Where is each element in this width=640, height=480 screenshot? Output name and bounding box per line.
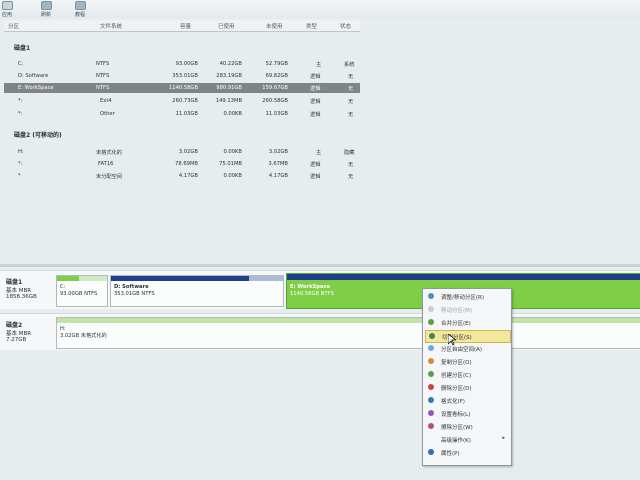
menu-resize-move[interactable]: 调整/移动分区(R) [425, 291, 509, 302]
disk1-info[interactable]: 磁盘1 基本 MBR 1858.36GB [6, 277, 52, 300]
table-row[interactable]: *: Ext4 260.73GB 149.13MB 260.58GB 逻辑 无 [4, 96, 360, 106]
partition-c-usage [57, 276, 79, 281]
col-used[interactable]: 已使用 [218, 22, 235, 30]
table-row[interactable]: * 未分配空间 4.17GB 0.00KB 4.17GB 逻辑 无 [4, 171, 360, 181]
col-filesystem[interactable]: 文件系统 [100, 22, 122, 30]
menu-format[interactable]: 格式化(F) [425, 395, 509, 406]
partition-d-usage [111, 276, 249, 281]
table-row-selected[interactable]: E: WorkSpace NTFS 1140.58GB 980.91GB 159… [4, 83, 360, 93]
refresh-button[interactable]: 刷新 [36, 0, 56, 18]
submenu-arrow-icon: ▸ [502, 435, 505, 441]
table-row[interactable]: C: NTFS 93.00GB 40.22GB 52.79GB 主 系统 [4, 59, 360, 69]
move-icon [428, 306, 434, 312]
pane-splitter[interactable] [0, 264, 640, 267]
disk2-section-title: 磁盘2 (可移动的) [14, 132, 62, 139]
disk2-map: 磁盘2 基本 MBR 7.27GB H: 3.02GB 未格式化的 [0, 313, 640, 350]
menu-properties[interactable]: 属性(P) [425, 447, 509, 458]
menu-advanced[interactable]: 高级操作(K) ▸ [425, 434, 509, 445]
disk2-info[interactable]: 磁盘2 基本 MBR 7.27GB [6, 320, 52, 343]
partition-d[interactable]: D: Software 353.01GB NTFS [110, 275, 284, 307]
context-menu: 调整/移动分区(R) 移动分区(M) 合并分区(E) 切割分区(S) 分区自由空… [422, 288, 512, 466]
table-row[interactable]: H: 未格式化的 3.02GB 0.00KB 3.02GB 主 隐藏 [4, 147, 360, 157]
table-row[interactable]: D: Software NTFS 353.01GB 283.19GB 69.82… [4, 71, 360, 81]
create-icon [428, 371, 434, 377]
partition-e-usage [287, 274, 640, 280]
split-icon [429, 333, 435, 339]
refresh-icon [40, 1, 52, 10]
menu-wipe[interactable]: 擦除分区(W) [425, 421, 509, 432]
menu-set-label[interactable]: 设置卷标(L) [425, 408, 509, 419]
table-row[interactable]: *: Other 11.03GB 0.00KB 11.03GB 逻辑 无 [4, 109, 360, 119]
tutorial-button[interactable]: 教程 [70, 0, 90, 18]
menu-merge[interactable]: 合并分区(E) [425, 317, 509, 328]
properties-icon [428, 449, 434, 455]
disk1-map: 磁盘1 基本 MBR 1858.36GB C: 93.00GB NTFS D: S… [0, 270, 640, 309]
col-partition[interactable]: 分区 [8, 22, 19, 30]
partition-c[interactable]: C: 93.00GB NTFS [56, 275, 108, 307]
apply-button[interactable]: 应用 [0, 0, 14, 18]
copy-icon [428, 358, 434, 364]
format-icon [428, 397, 434, 403]
free-space-icon [428, 345, 434, 351]
menu-copy[interactable]: 复制分区(O) [425, 356, 509, 367]
label-icon [428, 410, 434, 416]
partition-h[interactable]: H: 3.02GB 未格式化的 [56, 317, 640, 349]
table-header: 分区 文件系统 容量 已使用 未使用 类型 状态 [4, 20, 360, 32]
col-type[interactable]: 类型 [306, 22, 317, 30]
delete-icon [428, 384, 434, 390]
menu-move: 移动分区(M) [425, 304, 509, 315]
resize-icon [428, 293, 434, 299]
col-capacity[interactable]: 容量 [180, 22, 191, 30]
table-row[interactable]: *: FAT16 78.69MB 75.01MB 3.67MB 逻辑 无 [4, 159, 360, 169]
apply-icon [1, 1, 13, 10]
menu-split[interactable]: 切割分区(S) [425, 330, 511, 343]
menu-create[interactable]: 创建分区(C) [425, 369, 509, 380]
tutorial-icon [74, 1, 86, 10]
disk1-section-title: 磁盘1 [14, 45, 31, 52]
col-status[interactable]: 状态 [340, 22, 351, 30]
merge-icon [428, 319, 434, 325]
col-unused[interactable]: 未使用 [266, 22, 283, 30]
menu-free-space[interactable]: 分区自由空间(A) [425, 343, 509, 354]
wipe-icon [428, 423, 434, 429]
toolbar: 应用 刷新 教程 [0, 0, 640, 18]
mouse-cursor-icon [448, 334, 456, 346]
menu-delete[interactable]: 删除分区(D) [425, 382, 509, 393]
